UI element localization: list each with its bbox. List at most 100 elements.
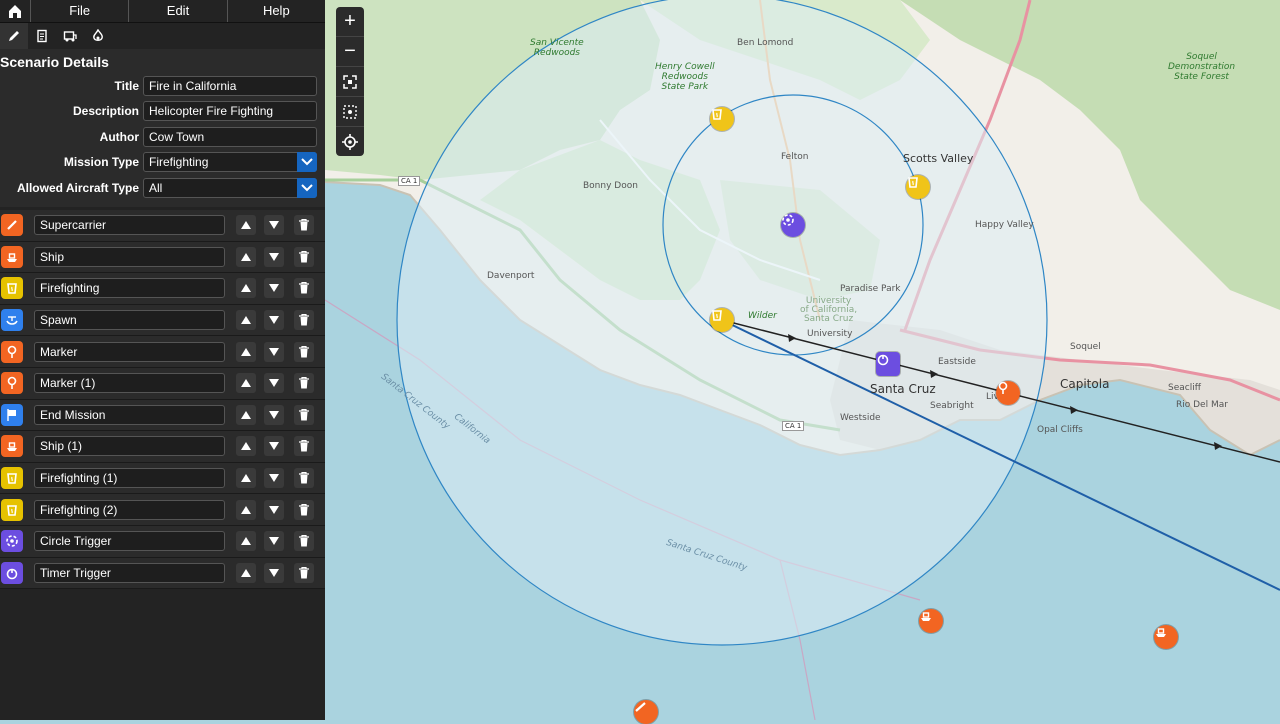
mission-type-label: Mission Type bbox=[63, 155, 139, 170]
move-down-button[interactable] bbox=[264, 278, 284, 299]
move-down-button[interactable] bbox=[264, 341, 284, 362]
tab-fire[interactable] bbox=[84, 23, 112, 49]
object-row[interactable]: Ship bbox=[0, 241, 325, 274]
delete-button[interactable] bbox=[294, 468, 314, 489]
fit-view-button[interactable] bbox=[336, 66, 364, 96]
firefighting-marker[interactable] bbox=[906, 175, 930, 199]
object-name-input[interactable]: Firefighting bbox=[34, 278, 225, 299]
place-label: Soquel Demonstration State Forest bbox=[1168, 52, 1236, 82]
move-down-button[interactable] bbox=[264, 246, 284, 267]
section-title: Scenario Details bbox=[0, 54, 109, 70]
title-row: Title Fire in California bbox=[0, 73, 325, 99]
move-down-button[interactable] bbox=[264, 436, 284, 457]
firefighting-marker[interactable] bbox=[710, 107, 734, 131]
marker-pin[interactable] bbox=[996, 381, 1020, 405]
object-name-input[interactable]: Firefighting (1) bbox=[34, 468, 225, 489]
move-up-button[interactable] bbox=[236, 531, 256, 552]
menu-help[interactable]: Help bbox=[226, 0, 325, 22]
object-row[interactable]: Supercarrier bbox=[0, 210, 325, 242]
object-name-input[interactable]: End Mission bbox=[34, 404, 225, 425]
move-up-button[interactable] bbox=[236, 278, 256, 299]
supercarrier-marker[interactable] bbox=[634, 700, 658, 724]
menu-edit[interactable]: Edit bbox=[128, 0, 226, 22]
delete-button[interactable] bbox=[294, 404, 314, 425]
move-down-button[interactable] bbox=[264, 215, 284, 236]
object-row[interactable]: End Mission bbox=[0, 399, 325, 432]
move-up-button[interactable] bbox=[236, 373, 256, 394]
move-down-button[interactable] bbox=[264, 310, 284, 331]
locate-button[interactable] bbox=[336, 126, 364, 156]
author-row: Author Cow Town bbox=[0, 124, 325, 150]
move-down-button[interactable] bbox=[264, 499, 284, 520]
select-area-button[interactable] bbox=[336, 96, 364, 126]
timer-icon bbox=[6, 568, 18, 580]
object-name-input[interactable]: Timer Trigger bbox=[34, 562, 225, 583]
move-up-button[interactable] bbox=[236, 310, 256, 331]
home-button[interactable] bbox=[0, 0, 30, 22]
move-up-button[interactable] bbox=[236, 246, 256, 267]
delete-button[interactable] bbox=[294, 562, 314, 583]
place-label: Westside bbox=[840, 413, 881, 423]
move-up-button[interactable] bbox=[236, 215, 256, 236]
tab-vehicle[interactable] bbox=[56, 23, 84, 49]
move-down-button[interactable] bbox=[264, 531, 284, 552]
object-name-input[interactable]: Ship (1) bbox=[34, 436, 225, 457]
aircraft-type-select[interactable]: All bbox=[143, 177, 317, 198]
mission-type-select[interactable]: Firefighting bbox=[143, 152, 317, 173]
triangle-down-icon bbox=[269, 474, 279, 483]
object-row[interactable]: Firefighting (2) bbox=[0, 494, 325, 526]
object-name-input[interactable]: Marker (1) bbox=[34, 373, 225, 394]
object-row[interactable]: Marker bbox=[0, 336, 325, 368]
object-name-input[interactable]: Ship bbox=[34, 246, 225, 267]
delete-button[interactable] bbox=[294, 246, 314, 267]
tab-notes[interactable] bbox=[28, 23, 56, 49]
author-input[interactable]: Cow Town bbox=[143, 126, 317, 147]
move-down-button[interactable] bbox=[264, 404, 284, 425]
object-name-input[interactable]: Circle Trigger bbox=[34, 531, 225, 552]
object-row[interactable]: Marker (1) bbox=[0, 367, 325, 400]
title-input[interactable]: Fire in California bbox=[143, 75, 317, 96]
zoom-in-button[interactable]: + bbox=[336, 7, 364, 36]
move-down-button[interactable] bbox=[264, 373, 284, 394]
move-up-button[interactable] bbox=[236, 404, 256, 425]
delete-button[interactable] bbox=[294, 531, 314, 552]
object-row[interactable]: Ship (1) bbox=[0, 431, 325, 463]
move-down-button[interactable] bbox=[264, 562, 284, 583]
timer-icon bbox=[877, 354, 889, 366]
delete-button[interactable] bbox=[294, 278, 314, 299]
timer-trigger-marker[interactable] bbox=[876, 352, 900, 376]
delete-button[interactable] bbox=[294, 373, 314, 394]
object-row[interactable]: Timer Trigger bbox=[0, 557, 325, 590]
mission-type-row: Mission Type Firefighting bbox=[0, 150, 325, 176]
delete-button[interactable] bbox=[294, 436, 314, 457]
triangle-down-icon bbox=[269, 316, 279, 325]
object-row[interactable]: Firefighting (1) bbox=[0, 462, 325, 495]
trash-icon bbox=[299, 440, 309, 452]
move-up-button[interactable] bbox=[236, 562, 256, 583]
ship-marker[interactable] bbox=[919, 609, 943, 633]
delete-button[interactable] bbox=[294, 310, 314, 331]
object-row[interactable]: Spawn bbox=[0, 304, 325, 337]
tab-edit[interactable] bbox=[0, 23, 28, 49]
move-up-button[interactable] bbox=[236, 468, 256, 489]
delete-button[interactable] bbox=[294, 215, 314, 236]
object-name-input[interactable]: Spawn bbox=[34, 310, 225, 331]
object-name-input[interactable]: Marker bbox=[34, 341, 225, 362]
object-row[interactable]: Circle Trigger bbox=[0, 525, 325, 558]
circle-trigger-marker[interactable] bbox=[781, 213, 805, 237]
move-up-button[interactable] bbox=[236, 499, 256, 520]
object-name-input[interactable]: Firefighting (2) bbox=[34, 499, 225, 520]
delete-button[interactable] bbox=[294, 499, 314, 520]
firefighting-marker[interactable] bbox=[710, 308, 734, 332]
move-up-button[interactable] bbox=[236, 436, 256, 457]
move-down-button[interactable] bbox=[264, 468, 284, 489]
menu-file[interactable]: File bbox=[30, 0, 128, 22]
delete-button[interactable] bbox=[294, 341, 314, 362]
move-up-button[interactable] bbox=[236, 341, 256, 362]
description-input[interactable]: Helicopter Fire Fighting bbox=[143, 101, 317, 122]
ship-marker[interactable] bbox=[1154, 625, 1178, 649]
object-row[interactable]: Firefighting bbox=[0, 273, 325, 305]
object-list: Supercarrier Ship Firefighting Spawn Marker M… bbox=[0, 210, 325, 590]
zoom-out-button[interactable]: − bbox=[336, 36, 364, 66]
object-name-input[interactable]: Supercarrier bbox=[34, 215, 225, 236]
